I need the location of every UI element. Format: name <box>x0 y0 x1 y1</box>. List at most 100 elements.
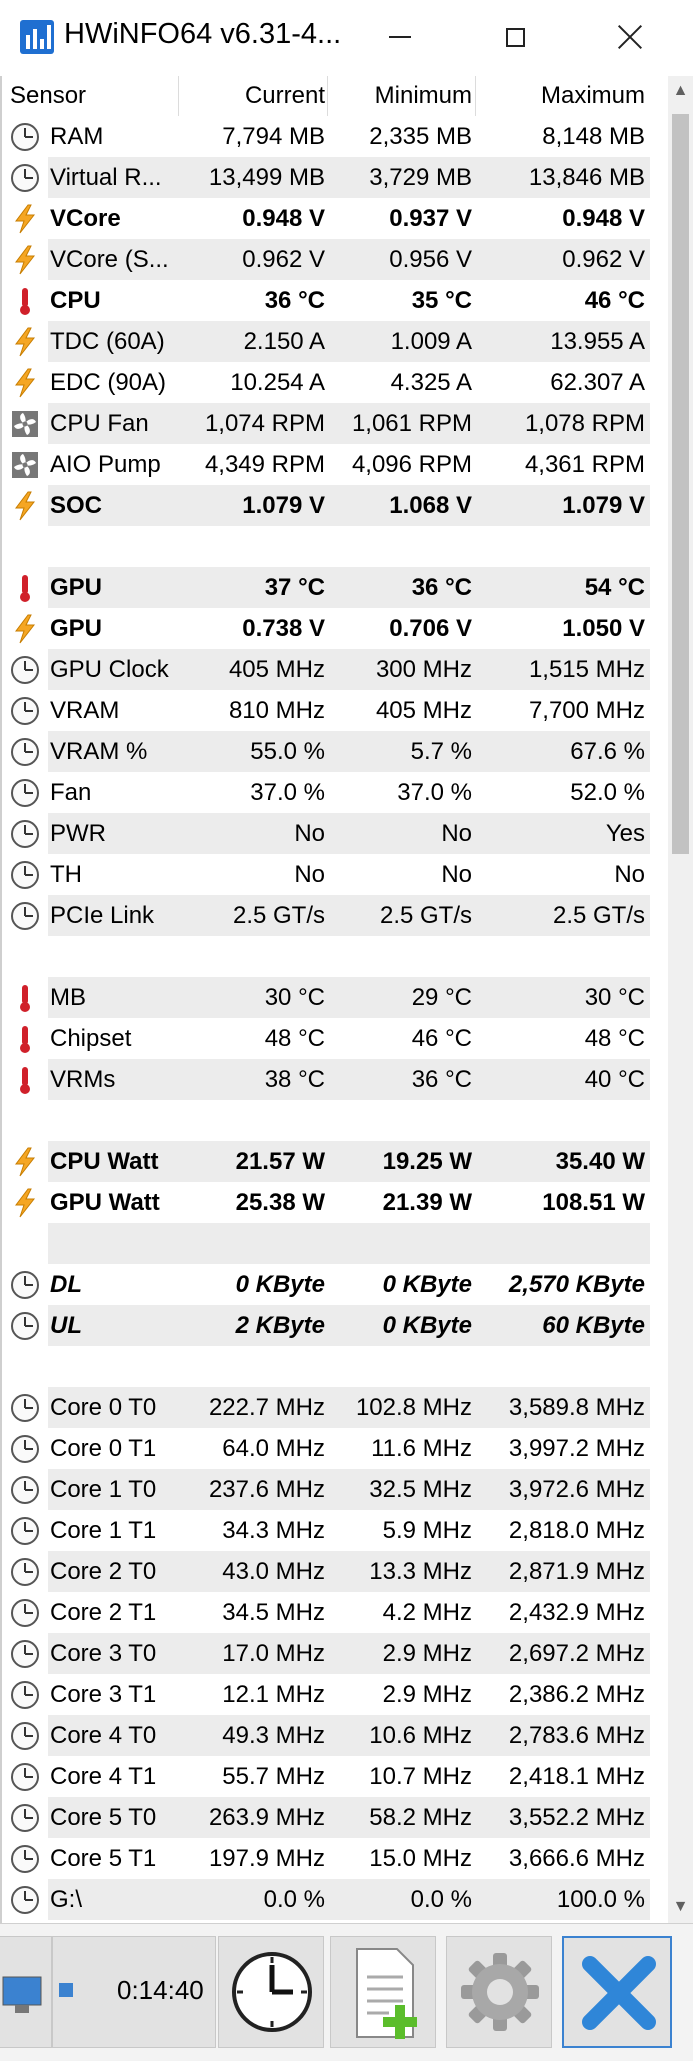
table-row[interactable]: SOC 1.079 V 1.068 V 1.079 V <box>2 485 668 526</box>
sensor-name: Core 3 T1 <box>50 1681 157 1708</box>
maximum-value: 13.955 A <box>550 328 645 355</box>
maximize-button[interactable] <box>475 10 555 64</box>
table-row[interactable]: VRAM % 55.0 % 5.7 % 67.6 % <box>2 731 668 772</box>
table-row[interactable]: Core 0 T1 64.0 MHz 11.6 MHz 3,997.2 MHz <box>2 1428 668 1469</box>
minimum-value: 10.7 MHz <box>369 1763 472 1790</box>
sensor-name: Core 4 T1 <box>50 1763 157 1790</box>
minimum-value: 2.5 GT/s <box>379 902 472 929</box>
table-row[interactable]: RAM 7,794 MB 2,335 MB 8,148 MB <box>2 116 668 157</box>
minimum-value: 2.9 MHz <box>382 1681 472 1708</box>
current-value: 810 MHz <box>228 697 325 724</box>
sensor-name: VRAM <box>50 697 120 724</box>
table-row[interactable]: GPU Clock 405 MHz 300 MHz 1,515 MHz <box>2 649 668 690</box>
table-row[interactable]: UL 2 KByte 0 KByte 60 KByte <box>2 1305 668 1346</box>
current-value: 37.0 % <box>250 779 325 806</box>
close-window-button[interactable] <box>590 10 670 64</box>
table-row[interactable]: Core 1 T0 237.6 MHz 32.5 MHz 3,972.6 MHz <box>2 1469 668 1510</box>
thermometer-icon <box>10 983 40 1013</box>
sensor-rows: RAM 7,794 MB 2,335 MB 8,148 MB Virtual R... 1… <box>2 116 668 1920</box>
table-row[interactable]: G:\ 0.0 % 0.0 % 100.0 % <box>2 1879 668 1920</box>
sensor-name: CPU Watt <box>50 1148 159 1175</box>
table-row[interactable]: TH No No No <box>2 854 668 895</box>
table-row[interactable]: PWR No No Yes <box>2 813 668 854</box>
minimum-value: 37.0 % <box>397 779 472 806</box>
minimum-value: 102.8 MHz <box>355 1394 472 1421</box>
sensor-name: CPU <box>50 287 101 314</box>
table-row[interactable]: Core 0 T0 222.7 MHz 102.8 MHz 3,589.8 MHz <box>2 1387 668 1428</box>
clock-icon <box>10 1680 40 1710</box>
table-row[interactable]: Fan 37.0 % 37.0 % 52.0 % <box>2 772 668 813</box>
table-row[interactable]: VCore (S... 0.962 V 0.956 V 0.962 V <box>2 239 668 280</box>
table-row[interactable] <box>2 1223 668 1264</box>
gear-icon <box>461 1953 539 2031</box>
thermometer-icon <box>10 1024 40 1054</box>
maximum-value: 46 °C <box>584 287 645 314</box>
current-value: 37 °C <box>264 574 325 601</box>
scrollbar-thumb[interactable] <box>672 114 689 854</box>
table-row[interactable]: TDC (60A) 2.150 A 1.009 A 13.955 A <box>2 321 668 362</box>
table-row[interactable]: Virtual R... 13,499 MB 3,729 MB 13,846 MB <box>2 157 668 198</box>
table-row[interactable]: Core 2 T1 34.5 MHz 4.2 MHz 2,432.9 MHz <box>2 1592 668 1633</box>
clock-reset-button[interactable] <box>218 1936 324 2048</box>
maximum-value: 35.40 W <box>555 1148 645 1175</box>
bottom-toolbar: 0:14:40 <box>0 1923 693 2061</box>
table-row[interactable] <box>2 1100 668 1141</box>
maximum-value: 2,697.2 MHz <box>508 1640 645 1667</box>
current-value: 34.5 MHz <box>222 1599 325 1626</box>
maximum-value: 2,418.1 MHz <box>508 1763 645 1790</box>
maximum-value: 2,871.9 MHz <box>508 1558 645 1585</box>
table-row[interactable]: GPU 0.738 V 0.706 V 1.050 V <box>2 608 668 649</box>
table-row[interactable]: Core 3 T1 12.1 MHz 2.9 MHz 2,386.2 MHz <box>2 1674 668 1715</box>
table-row[interactable]: EDC (90A) 10.254 A 4.325 A 62.307 A <box>2 362 668 403</box>
vertical-scrollbar[interactable]: ▲ ▼ <box>668 76 693 1923</box>
table-row[interactable]: CPU Fan 1,074 RPM 1,061 RPM 1,078 RPM <box>2 403 668 444</box>
column-header-maximum[interactable]: Maximum <box>541 82 645 110</box>
table-row[interactable]: VRMs 38 °C 36 °C 40 °C <box>2 1059 668 1100</box>
logging-button[interactable] <box>330 1936 436 2048</box>
column-header-current[interactable]: Current <box>245 82 325 110</box>
table-row[interactable]: Core 4 T1 55.7 MHz 10.7 MHz 2,418.1 MHz <box>2 1756 668 1797</box>
table-row[interactable]: GPU 37 °C 36 °C 54 °C <box>2 567 668 608</box>
minimum-value: 0.956 V <box>389 246 472 273</box>
table-row[interactable]: CPU Watt 21.57 W 19.25 W 35.40 W <box>2 1141 668 1182</box>
table-row[interactable]: DL 0 KByte 0 KByte 2,570 KByte <box>2 1264 668 1305</box>
maximum-value: 2,386.2 MHz <box>508 1681 645 1708</box>
maximum-value: 108.51 W <box>542 1189 645 1216</box>
sensor-name: GPU Clock <box>50 656 169 683</box>
scroll-down-arrow-icon[interactable]: ▼ <box>671 1898 690 1917</box>
table-row[interactable]: VRAM 810 MHz 405 MHz 7,700 MHz <box>2 690 668 731</box>
close-sensors-button[interactable] <box>562 1936 672 2048</box>
table-row[interactable]: Core 5 T0 263.9 MHz 58.2 MHz 3,552.2 MHz <box>2 1797 668 1838</box>
table-row[interactable]: Core 3 T0 17.0 MHz 2.9 MHz 2,697.2 MHz <box>2 1633 668 1674</box>
table-row[interactable]: VCore 0.948 V 0.937 V 0.948 V <box>2 198 668 239</box>
minimum-value: 35 °C <box>411 287 472 314</box>
minimum-value: 300 MHz <box>375 656 472 683</box>
maximum-value: 2,783.6 MHz <box>508 1722 645 1749</box>
table-row[interactable] <box>2 936 668 977</box>
table-row[interactable]: Chipset 48 °C 46 °C 48 °C <box>2 1018 668 1059</box>
table-row[interactable]: Core 4 T0 49.3 MHz 10.6 MHz 2,783.6 MHz <box>2 1715 668 1756</box>
clock-icon <box>10 901 40 931</box>
minimum-value: 0.937 V <box>389 205 472 232</box>
table-row[interactable]: Core 5 T1 197.9 MHz 15.0 MHz 3,666.6 MHz <box>2 1838 668 1879</box>
clock-icon <box>10 819 40 849</box>
minimize-button[interactable] <box>360 10 440 64</box>
timer-bar-icon <box>59 1983 73 1997</box>
scroll-up-arrow-icon[interactable]: ▲ <box>671 82 690 101</box>
settings-button[interactable] <box>446 1936 552 2048</box>
table-row[interactable] <box>2 526 668 567</box>
table-row[interactable]: Core 2 T0 43.0 MHz 13.3 MHz 2,871.9 MHz <box>2 1551 668 1592</box>
table-row[interactable]: Core 1 T1 34.3 MHz 5.9 MHz 2,818.0 MHz <box>2 1510 668 1551</box>
table-row[interactable]: PCIe Link 2.5 GT/s 2.5 GT/s 2.5 GT/s <box>2 895 668 936</box>
table-row[interactable]: MB 30 °C 29 °C 30 °C <box>2 977 668 1018</box>
window-title: HWiNFO64 v6.31-4... <box>64 18 342 50</box>
column-header-minimum[interactable]: Minimum <box>375 82 472 110</box>
network-monitor-button[interactable] <box>0 1936 52 2048</box>
table-row[interactable]: GPU Watt 25.38 W 21.39 W 108.51 W <box>2 1182 668 1223</box>
column-header-sensor[interactable]: Sensor <box>10 82 86 110</box>
current-value: 1.079 V <box>242 492 325 519</box>
table-row[interactable]: CPU 36 °C 35 °C 46 °C <box>2 280 668 321</box>
current-value: 263.9 MHz <box>208 1804 325 1831</box>
table-row[interactable]: AIO Pump 4,349 RPM 4,096 RPM 4,361 RPM <box>2 444 668 485</box>
table-row[interactable] <box>2 1346 668 1387</box>
